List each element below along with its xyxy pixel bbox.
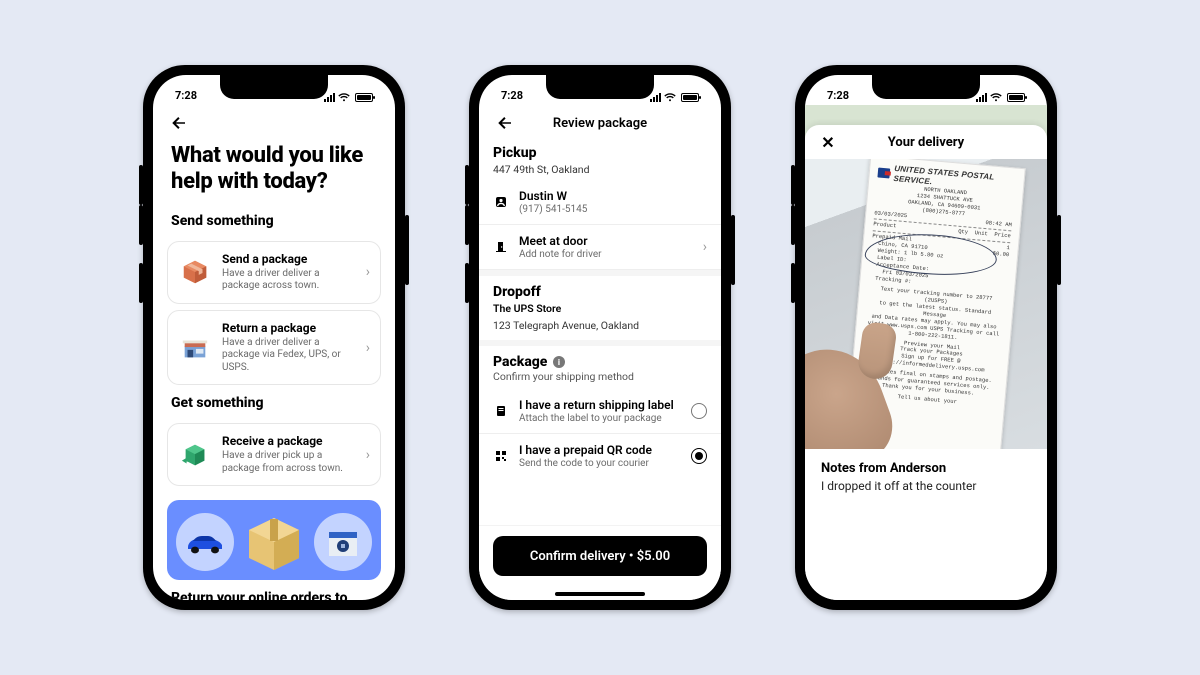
screen-your-delivery: 7:28 ✕ Your delivery UNITED STATES POSTA… — [805, 75, 1047, 600]
phone-frame-3: 7:28 ✕ Your delivery UNITED STATES POSTA… — [795, 65, 1057, 610]
chevron-right-icon: › — [703, 239, 707, 255]
door-icon — [493, 241, 509, 253]
person-icon — [493, 196, 509, 208]
receipt-price: $0.00 — [992, 251, 1009, 259]
battery-icon — [355, 93, 373, 102]
promo-banner[interactable] — [167, 500, 381, 580]
promo-car-icon — [176, 513, 234, 571]
package-sub: Confirm your shipping method — [479, 370, 721, 389]
card-title: Return a package — [222, 321, 356, 335]
receipt-line: Qty — [958, 228, 968, 236]
info-icon[interactable]: i — [553, 356, 565, 368]
option-qr-code[interactable]: I have a prepaid QR code Send the code t… — [479, 434, 721, 478]
wifi-icon — [990, 93, 1002, 102]
receipt-line: Product — [873, 222, 897, 231]
footer: Confirm delivery • $5.00 — [479, 525, 721, 600]
phone-frame-1: 7:28 What would you like help with today… — [143, 65, 405, 610]
option-sub: Attach the label to your package — [519, 413, 681, 424]
status-time: 7:28 — [501, 89, 523, 102]
sheet-title: Your delivery — [888, 135, 964, 150]
option-shipping-label[interactable]: I have a return shipping label Attach th… — [479, 389, 721, 434]
card-return-package[interactable]: Return a package Have a driver deliver a… — [167, 310, 381, 386]
notch — [220, 75, 328, 99]
notch — [872, 75, 980, 99]
pickup-heading: Pickup — [479, 141, 721, 161]
card-receive-package[interactable]: Receive a package Have a driver pick up … — [167, 423, 381, 486]
receipt-time: 08:42 AM — [985, 220, 1012, 229]
notes-heading: Notes from Anderson — [821, 461, 1031, 476]
storefront-icon — [178, 331, 212, 365]
chevron-right-icon: › — [366, 340, 370, 356]
status-icons — [650, 93, 699, 102]
option-sub: Send the code to your courier — [519, 458, 681, 469]
promo-caption: Return your online orders to — [153, 580, 395, 600]
usps-logo-icon — [877, 168, 890, 179]
dropoff-name: The UPS Store — [479, 300, 721, 319]
notes-body: I dropped it off at the counter — [821, 479, 1031, 493]
card-subtitle: Have a driver pick up a package from acr… — [222, 450, 356, 475]
contact-phone: (917) 541-5145 — [519, 204, 707, 215]
card-title: Send a package — [222, 252, 356, 266]
qr-icon — [493, 450, 509, 462]
sheet-header: ✕ Your delivery — [805, 125, 1047, 159]
incoming-box-icon — [178, 438, 212, 472]
section-get-heading: Get something — [153, 385, 395, 417]
notch — [546, 75, 654, 99]
option-label: I have a prepaid QR code — [519, 443, 681, 457]
wifi-icon — [664, 93, 676, 102]
meet-sub: Add note for driver — [519, 249, 693, 260]
pickup-address: 447 49th St, Oakland — [479, 161, 721, 180]
dropoff-heading: Dropoff — [479, 276, 721, 300]
wifi-icon — [338, 93, 350, 102]
receipt-date: 03/03/2025 — [874, 210, 907, 220]
home-indicator — [555, 592, 645, 596]
confirm-delivery-button[interactable]: Confirm delivery • $5.00 — [493, 536, 707, 576]
header-bar — [153, 105, 395, 141]
card-subtitle: Have a driver deliver a package via Fede… — [222, 337, 356, 375]
status-time: 7:28 — [827, 89, 849, 102]
radio-selected[interactable] — [691, 448, 707, 464]
promo-store-icon — [314, 513, 372, 571]
delivery-sheet: ✕ Your delivery UNITED STATES POSTAL SER… — [805, 125, 1047, 600]
phone-frame-2: 7:28 Review package Pickup 447 49th St, … — [469, 65, 731, 610]
receipt-line: Unit — [974, 230, 988, 238]
row-contact[interactable]: Dustin W (917) 541-5145 — [479, 180, 721, 225]
radio-unselected[interactable] — [691, 403, 707, 419]
chevron-right-icon: › — [366, 264, 370, 280]
receipt-photo[interactable]: UNITED STATES POSTAL SERVICE. NORTH OAKL… — [805, 159, 1047, 449]
status-icons — [324, 93, 373, 102]
driver-notes: Notes from Anderson I dropped it off at … — [805, 449, 1047, 505]
page-title: What would you like help with today? — [153, 141, 395, 203]
cellular-icon — [650, 93, 661, 102]
content: Pickup 447 49th St, Oakland Dustin W (91… — [479, 141, 721, 525]
cellular-icon — [324, 93, 335, 102]
card-title: Receive a package — [222, 434, 356, 448]
battery-icon — [1007, 93, 1025, 102]
content: What would you like help with today? Sen… — [153, 141, 395, 600]
header-bar: Review package — [479, 105, 721, 141]
contact-name: Dustin W — [519, 189, 707, 203]
screen-help-menu: 7:28 What would you like help with today… — [153, 75, 395, 600]
close-button[interactable]: ✕ — [817, 131, 839, 153]
status-icons — [976, 93, 1025, 102]
status-time: 7:28 — [175, 89, 197, 102]
back-button[interactable] — [167, 111, 191, 135]
page-title: Review package — [479, 116, 721, 131]
section-send-heading: Send something — [153, 203, 395, 235]
card-send-package[interactable]: Send a package Have a driver deliver a p… — [167, 241, 381, 304]
battery-icon — [681, 93, 699, 102]
dropoff-address: 123 Telegraph Avenue, Oakland — [479, 319, 721, 340]
meet-label: Meet at door — [519, 234, 693, 248]
receipt-line: Price — [994, 231, 1011, 239]
package-heading: Package i — [479, 346, 721, 370]
screen-review-package: 7:28 Review package Pickup 447 49th St, … — [479, 75, 721, 600]
card-subtitle: Have a driver deliver a package across t… — [222, 268, 356, 293]
package-box-icon — [178, 255, 212, 289]
promo-box-icon — [241, 512, 307, 572]
row-meet-at-door[interactable]: Meet at door Add note for driver › — [479, 225, 721, 270]
option-label: I have a return shipping label — [519, 398, 681, 412]
label-icon — [493, 405, 509, 417]
chevron-right-icon: › — [366, 447, 370, 463]
cellular-icon — [976, 93, 987, 102]
